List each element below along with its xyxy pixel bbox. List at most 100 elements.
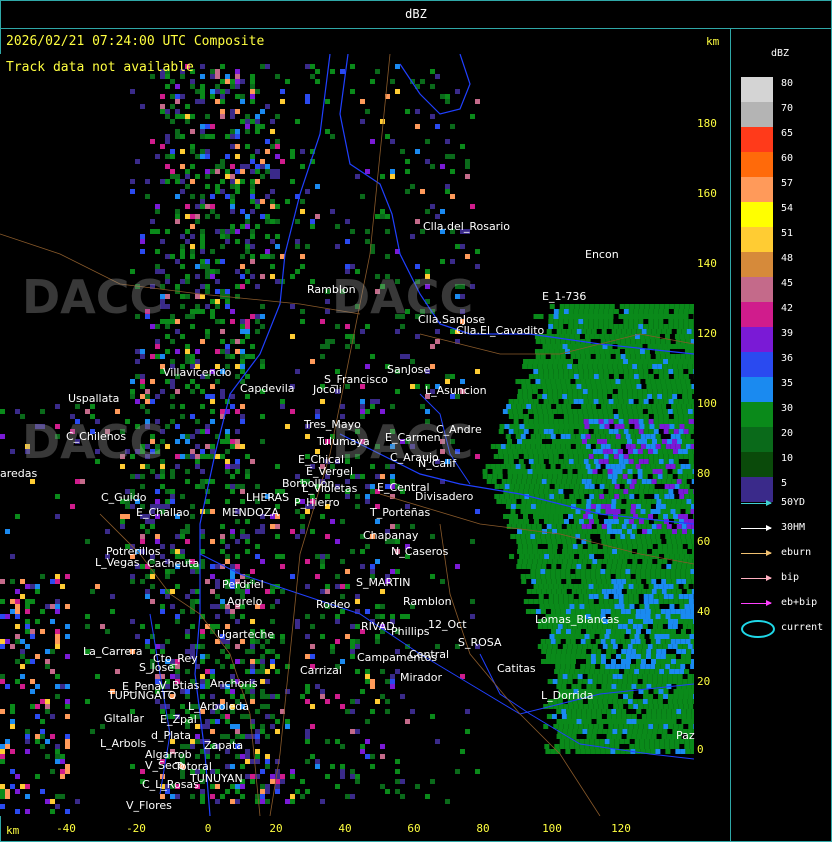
legend-level-label: 10 bbox=[781, 453, 794, 464]
window-title: dBZ bbox=[405, 7, 427, 21]
y-tick-label: 80 bbox=[697, 467, 711, 480]
legend-level-label: 51 bbox=[781, 228, 794, 239]
place-label: Ramblon bbox=[403, 595, 452, 608]
timestamp-header: 2026/02/21 07:24:00 UTC Composite bbox=[6, 34, 265, 49]
place-label: Zapata bbox=[204, 739, 244, 752]
place-label: E_Challao bbox=[136, 506, 190, 519]
place-label: Tulumaya bbox=[317, 435, 370, 448]
place-label: S_Jose bbox=[139, 661, 174, 674]
place-label: MENDOZA bbox=[222, 506, 279, 519]
legend-level-label: 35 bbox=[781, 378, 794, 389]
place-label: Chapanay bbox=[363, 529, 419, 542]
x-tick-label: 20 bbox=[269, 822, 283, 835]
legend-level-label: 60 bbox=[781, 153, 794, 164]
legend-level-label: 39 bbox=[781, 328, 794, 339]
place-label: Anchoris bbox=[210, 677, 258, 690]
place-label: TUPUNGATO bbox=[108, 689, 177, 702]
place-label: Ramblon bbox=[307, 283, 356, 296]
place-label: P_Hierro bbox=[294, 496, 340, 509]
place-label: L_Dorrida bbox=[541, 689, 594, 702]
legend-swatch bbox=[741, 277, 773, 302]
track-legend-label: eburn bbox=[781, 547, 812, 558]
legend-swatch bbox=[741, 127, 773, 152]
place-label: RIVAD bbox=[361, 620, 395, 633]
arrow-icon bbox=[741, 500, 772, 506]
place-label: N_Calif bbox=[418, 457, 457, 470]
legend-swatch bbox=[741, 102, 773, 127]
place-label: Agrelo bbox=[227, 595, 263, 608]
arrow-icon bbox=[741, 600, 772, 606]
y-tick-label: 180 bbox=[697, 117, 717, 130]
legend-level-label: 20 bbox=[781, 428, 794, 439]
track-legend-label: eb+bip bbox=[781, 597, 818, 608]
legend-swatch bbox=[741, 302, 773, 327]
legend-level-label: 80 bbox=[781, 78, 794, 89]
x-tick-label: -20 bbox=[126, 822, 146, 835]
place-label: E_Carmen bbox=[385, 431, 441, 444]
place-label: Paz bbox=[676, 729, 695, 742]
track-legend-row: eburn bbox=[741, 547, 831, 561]
legend-panel: dBZ 80 70 65 60 57 54 51 48 45 42 39 36 35 30 20 10 5 50… bbox=[731, 28, 832, 841]
legend-level-label: 30 bbox=[781, 403, 794, 414]
x-tick-label: -40 bbox=[56, 822, 76, 835]
x-tick-label: 0 bbox=[204, 822, 212, 835]
y-tick-label: 20 bbox=[697, 675, 711, 688]
place-label: L_Asuncion bbox=[425, 384, 487, 397]
legend-level-label: 45 bbox=[781, 278, 794, 289]
y-axis-unit: km bbox=[706, 35, 720, 48]
legend-swatch bbox=[741, 377, 773, 402]
x-tick-label: 40 bbox=[338, 822, 352, 835]
legend-level-label: 42 bbox=[781, 303, 794, 314]
place-label: La_Carrera bbox=[83, 645, 143, 658]
legend-swatch bbox=[741, 177, 773, 202]
place-label: S_MARTIN bbox=[356, 576, 411, 589]
place-label: S_ROSA bbox=[458, 636, 502, 649]
legend-level-label: 65 bbox=[781, 128, 794, 139]
place-label: T_Porteñas bbox=[370, 506, 431, 519]
place-label: Uspallata bbox=[68, 392, 120, 405]
track-legend-row: 50YD bbox=[741, 497, 831, 511]
y-tick-label: 0 bbox=[697, 743, 704, 756]
place-label: C_Guido bbox=[101, 491, 147, 504]
place-label: Gltallar bbox=[104, 712, 145, 725]
place-label: Cacheuta bbox=[147, 557, 200, 570]
place-label: L_Vegas bbox=[95, 556, 140, 569]
x-tick-label: 80 bbox=[476, 822, 490, 835]
place-label: C_L_Rosas bbox=[142, 778, 199, 791]
place-label: C_Andre bbox=[436, 423, 482, 436]
y-tick-label: 60 bbox=[697, 535, 711, 548]
x-tick-label: 120 bbox=[611, 822, 631, 835]
legend-swatch bbox=[741, 77, 773, 102]
legend-swatch bbox=[741, 152, 773, 177]
place-label: Divisadero bbox=[415, 490, 474, 503]
legend-swatch bbox=[741, 252, 773, 277]
x-tick-label: 100 bbox=[542, 822, 562, 835]
place-label: Clla.El_Cavadito bbox=[456, 324, 545, 337]
y-tick-label: 100 bbox=[697, 397, 717, 410]
place-label: 12_Oct bbox=[428, 618, 467, 631]
place-label: Lomas_Blancas bbox=[535, 613, 620, 626]
track-legend-label: 30HM bbox=[781, 522, 806, 533]
arrow-icon bbox=[741, 525, 772, 531]
place-label: Encon bbox=[585, 248, 619, 261]
place-label: Tres_Mayo bbox=[304, 418, 361, 431]
place-label: Rodeo bbox=[316, 598, 351, 611]
legend-swatch bbox=[741, 402, 773, 427]
track-legend-label: 50YD bbox=[781, 497, 806, 508]
track-status: Track data not available bbox=[6, 60, 194, 75]
place-label: SanJose bbox=[387, 363, 431, 376]
place-label: E_Zpal bbox=[160, 713, 197, 726]
place-label: Central bbox=[409, 648, 450, 661]
place-label: Villavicencio bbox=[163, 366, 232, 379]
place-label: L_Arbols bbox=[100, 737, 147, 750]
watermark-logo: DACC bbox=[22, 270, 164, 324]
legend-level-label: 48 bbox=[781, 253, 794, 264]
title-bar: dBZ bbox=[0, 0, 832, 29]
place-label: Catitas bbox=[497, 662, 536, 675]
place-label: Phillips bbox=[391, 625, 430, 638]
place-label: Clla.del_Rosario bbox=[423, 220, 510, 233]
x-axis-unit: km bbox=[6, 824, 20, 837]
current-oval-icon bbox=[741, 620, 775, 638]
legend-swatch bbox=[741, 227, 773, 252]
y-tick-label: 160 bbox=[697, 187, 717, 200]
